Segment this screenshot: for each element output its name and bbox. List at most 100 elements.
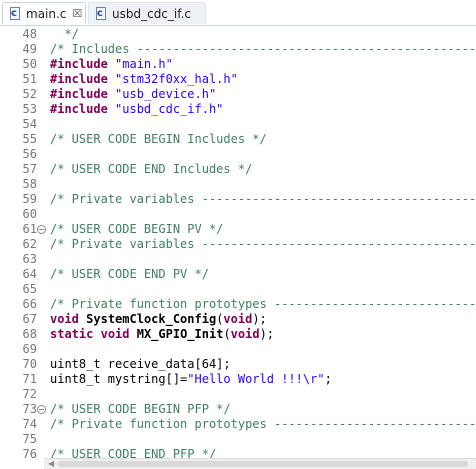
code-line[interactable]: 48 */ (0, 27, 476, 42)
line-number: 60 (22, 207, 37, 221)
code-line[interactable]: 59 /* Private variables -----------------… (0, 192, 476, 207)
code-text: static void MX_GPIO_Init(void); (50, 327, 274, 342)
code-line[interactable]: 73−/* USER CODE BEGIN PFP */ (0, 402, 476, 417)
code-token: void (50, 312, 79, 326)
tab-usbd-cdc-if-c[interactable]: c usbd_cdc_if.c (88, 2, 206, 24)
line-number: 56 (22, 147, 37, 161)
code-line[interactable]: 67 void SystemClock_Config(void); (0, 312, 476, 327)
code-token: uint8_t mystring[]= (50, 372, 188, 386)
tab-main-c[interactable]: c main.c ☒ (2, 2, 86, 24)
code-line[interactable]: 64 /* USER CODE END PV */ (0, 267, 476, 282)
line-number: 76 (22, 447, 37, 461)
code-token: #include (50, 57, 108, 71)
code-token: MX_GPIO_Init (136, 327, 224, 341)
code-line[interactable]: 60 (0, 207, 476, 222)
code-text: /* Private variables -------------------… (50, 237, 476, 252)
code-line[interactable]: 71 uint8_t mystring[]="Hello World !!!\r"… (0, 372, 476, 387)
code-line[interactable]: 54 (0, 117, 476, 132)
code-token: ( (223, 327, 231, 341)
line-number: 61 (22, 222, 37, 236)
line-number: 53 (22, 102, 37, 116)
code-text: /* Private function prototypes ---------… (50, 417, 476, 432)
code-text: #include "stm32f0xx_hal.h" (50, 72, 238, 87)
horizontal-scrollbar[interactable]: ◀ (44, 458, 476, 469)
code-line[interactable]: 58 (0, 177, 476, 192)
code-text: /* USER CODE END Includes */ (50, 162, 252, 177)
code-line[interactable]: 65 (0, 282, 476, 297)
line-number: 50 (22, 57, 37, 71)
code-line[interactable]: 51 #include "stm32f0xx_hal.h" (0, 72, 476, 87)
code-token: /* USER CODE BEGIN Includes */ (50, 132, 267, 146)
line-number: 52 (22, 87, 37, 101)
c-source-file-icon: c (9, 6, 21, 21)
line-number: 51 (22, 72, 37, 86)
line-number: 55 (22, 132, 37, 146)
code-token: ; (324, 372, 332, 386)
code-line[interactable]: 70 uint8_t receive_data[64]; (0, 357, 476, 372)
code-token: /* Private function prototypes ---------… (50, 297, 476, 311)
code-token: /* USER CODE END PV */ (50, 267, 209, 281)
editor-tab-bar: c main.c ☒ c usbd_cdc_if.c (0, 0, 476, 26)
code-line[interactable]: 52 #include "usb_device.h" (0, 87, 476, 102)
code-line[interactable]: 69 (0, 342, 476, 357)
code-token: /* Private function prototypes ---------… (50, 417, 476, 431)
code-text: */ (50, 27, 78, 42)
code-token: SystemClock_Config (86, 312, 217, 326)
code-line[interactable]: 55 /* USER CODE BEGIN Includes */ (0, 132, 476, 147)
fold-collapse-icon[interactable]: − (37, 225, 46, 234)
code-text: /* Includes ----------------------------… (50, 42, 476, 57)
line-number: 72 (22, 387, 37, 401)
code-text: /* USER CODE END PV */ (50, 267, 209, 282)
tab-label: main.c (26, 6, 67, 21)
code-line[interactable]: 57 /* USER CODE END Includes */ (0, 162, 476, 177)
code-token: #include (50, 72, 108, 86)
code-text: /* USER CODE BEGIN PFP */ (50, 402, 231, 417)
code-line[interactable]: 62 /* Private variables -----------------… (0, 237, 476, 252)
code-token: #include (50, 102, 108, 116)
code-line[interactable]: 49 /* Includes --------------------------… (0, 42, 476, 57)
code-text: uint8_t receive_data[64]; (50, 357, 231, 372)
line-number: 75 (22, 432, 37, 446)
line-number: 69 (22, 342, 37, 356)
line-number: 49 (22, 42, 37, 56)
line-number: 59 (22, 192, 37, 206)
code-token: static (50, 327, 94, 341)
code-token: /* Private variables -------------------… (50, 192, 476, 206)
code-token: ); (259, 327, 275, 341)
code-line[interactable]: 56 (0, 147, 476, 162)
code-line[interactable]: 72 (0, 387, 476, 402)
code-text: /* USER CODE BEGIN Includes */ (50, 132, 267, 147)
fold-collapse-icon[interactable]: − (37, 405, 46, 414)
line-number: 68 (22, 327, 37, 341)
close-icon[interactable]: ☒ (72, 7, 82, 20)
code-text: #include "main.h" (50, 57, 173, 72)
tab-label: usbd_cdc_if.c (112, 6, 192, 21)
code-line[interactable]: 61−/* USER CODE BEGIN PV */ (0, 222, 476, 237)
code-line[interactable]: 68 static void MX_GPIO_Init(void); (0, 327, 476, 342)
code-token: #include (50, 87, 108, 101)
code-text: /* Private variables -------------------… (50, 192, 476, 207)
code-token: /* USER CODE BEGIN PV */ (50, 222, 224, 236)
code-token: /* Private variables -------------------… (50, 237, 476, 251)
code-token: void (100, 327, 130, 341)
code-token: /* USER CODE END Includes */ (50, 162, 253, 176)
scrollbar-thumb[interactable] (58, 461, 468, 467)
line-number: 71 (22, 372, 37, 386)
code-line[interactable]: 53 #include "usbd_cdc_if.h" (0, 102, 476, 117)
code-line[interactable]: 74 /* Private function prototypes -------… (0, 417, 476, 432)
code-token: "usb_device.h" (115, 87, 217, 101)
code-line[interactable]: 50 #include "main.h" (0, 57, 476, 72)
code-line[interactable]: 63 (0, 252, 476, 267)
code-text: /* Private function prototypes ---------… (50, 297, 476, 312)
code-line[interactable]: 75 (0, 432, 476, 447)
line-number: 74 (22, 417, 37, 431)
code-token: "main.h" (115, 57, 173, 71)
code-line[interactable]: 66 /* Private function prototypes -------… (0, 297, 476, 312)
code-token: /* USER CODE BEGIN PFP */ (50, 402, 231, 416)
line-number: 48 (22, 27, 37, 41)
line-number: 66 (22, 297, 37, 311)
code-editor[interactable]: 48 */49/* Includes ---------------------… (0, 26, 476, 461)
